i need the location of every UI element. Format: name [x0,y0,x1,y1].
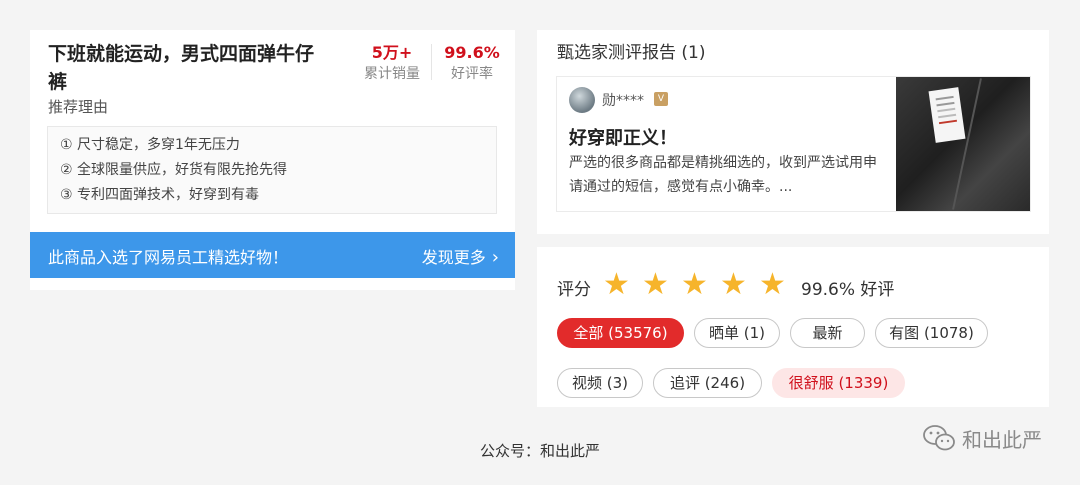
footer-caption: 公众号：和出此严 [479,442,600,460]
staff-pick-banner[interactable]: 此商品入选了网易员工精选好物！ 发现更多 › [30,232,515,278]
sales-label: 累计销量 [364,66,420,82]
filter-tag-photos-shared[interactable]: 晒单 (1) [694,318,780,348]
banner-text: 此商品入选了网易员工精选好物！ [48,248,289,267]
thumbnail-tag [928,87,966,143]
star-icon: ★ [681,267,708,302]
star-icon: ★ [603,267,630,302]
rating-value: 99.6% 好评 [801,280,895,300]
vip-badge-icon: V [654,92,668,106]
reason-heading: 推荐理由 [48,98,109,116]
star-rating: ★ ★ ★ ★ ★ [603,270,798,300]
reviewer-name: 勋**** [602,93,644,109]
sales-value: 5万+ [371,43,413,62]
product-panel: 下班就能运动，男式四面弹牛仔裤 5万+ 累计销量 99.6% 好评率 推荐理由 … [30,30,515,290]
rating-label: 评分 [557,280,591,300]
good-rate-value: 99.6% [444,43,500,62]
filter-tag-video[interactable]: 视频 (3) [557,368,643,398]
chevron-right-icon: › [491,247,499,268]
sales-stat: 5万+ 累计销量 [360,42,424,84]
wechat-icon [923,425,955,451]
reason-list: ① 尺寸稳定，多穿1年无压力 ② 全球限量供应，好货有限先抢先得 ③ 专利四面弹… [47,126,497,214]
star-icon: ★ [759,267,786,302]
filter-tag-comfortable[interactable]: 很舒服 (1339) [772,368,905,398]
jeans-thumbnail [896,77,1030,211]
watermark-text: 和出此严 [962,427,1042,452]
filter-tag-latest[interactable]: 最新 [790,318,865,348]
avatar [569,87,595,113]
good-rate-label: 好评率 [451,66,493,82]
reason-item: ② 全球限量供应，好货有限先抢先得 [60,162,288,178]
star-icon: ★ [642,267,669,302]
reason-item: ③ 专利四面弹技术，好穿到有毒 [60,187,260,203]
report-card-text: 严选的很多商品都是精挑细选的，收到严选试用申请通过的短信，感觉有点小确幸。... [569,155,877,195]
report-card[interactable]: 勋**** V 好穿即正义！ 严选的很多商品都是精挑细选的，收到严选试用申请通过… [556,76,1031,212]
review-report-panel: 甄选家测评报告 (1) 勋**** V 好穿即正义！ 严选的很多商品都是精挑细选… [537,30,1049,234]
report-title: 甄选家测评报告 (1) [557,43,706,63]
watermark: 和出此严 [922,423,1042,453]
rating-panel: 评分 ★ ★ ★ ★ ★ 99.6% 好评 全部 (53576) 晒单 (1) … [537,247,1049,407]
discover-more-label: 发现更多 [421,248,486,267]
filter-tag-with-images[interactable]: 有图 (1078) [875,318,988,348]
filter-tag-follow-up[interactable]: 追评 (246) [653,368,762,398]
reason-item: ① 尺寸稳定，多穿1年无压力 [60,137,240,153]
product-title: 下班就能运动，男式四面弹牛仔裤 [48,43,315,93]
discover-more-link[interactable]: 发现更多 › [422,244,499,268]
report-card-title: 好穿即正义！ [569,128,677,149]
rating-stat: 99.6% 好评率 [440,42,504,84]
star-icon: ★ [720,267,747,302]
filter-tag-all[interactable]: 全部 (53576) [557,318,684,348]
stat-divider [431,44,432,80]
